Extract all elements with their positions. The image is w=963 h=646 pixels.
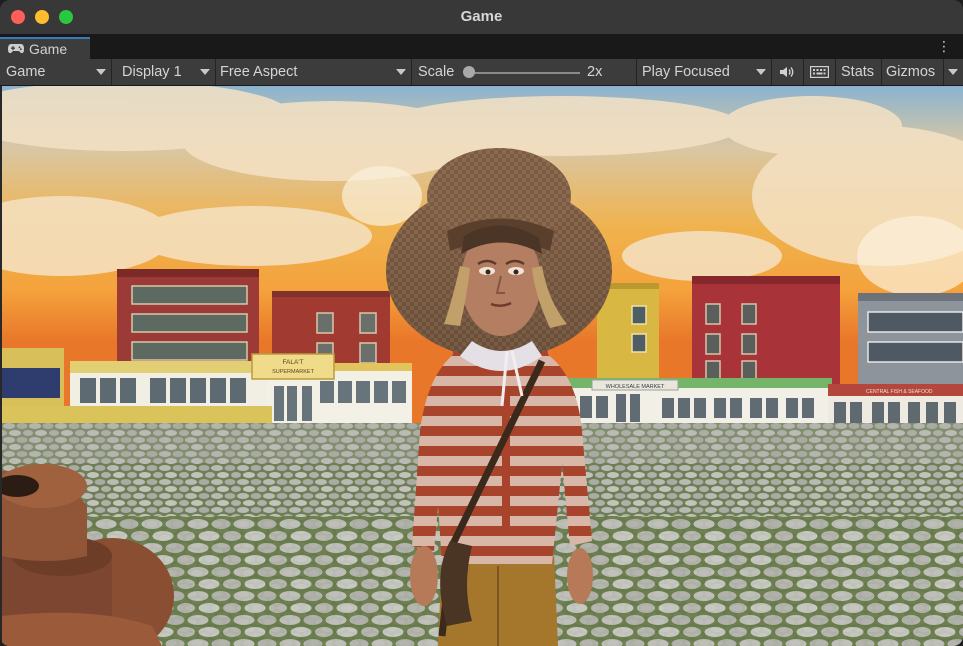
aspect-dropdown-label: Free Aspect — [220, 64, 298, 80]
keyboard-shortcuts-button[interactable] — [804, 59, 836, 85]
more-options-icon[interactable]: ⋮ — [937, 39, 951, 53]
chevron-down-icon — [948, 69, 958, 75]
game-viewport[interactable]: FALA'T SUPERMARKET WHOLESALE MARKET CENT… — [2, 86, 963, 646]
gamepad-icon — [8, 43, 24, 54]
tab-game[interactable]: Game — [0, 37, 90, 59]
scale-label: Scale — [418, 64, 455, 80]
view-dropdown-label: Game — [6, 64, 46, 80]
scale-slider-handle[interactable] — [463, 66, 475, 78]
play-mode-label: Play Focused — [642, 64, 730, 80]
tab-bar: Game ⋮ — [0, 35, 963, 59]
sign-text-2: SUPERMARKET — [272, 369, 315, 375]
game-window: Game Game ⋮ Game Display 1 Free Aspect S… — [0, 0, 963, 646]
sign-text-1: FALA'T — [282, 359, 303, 366]
game-scene: FALA'T SUPERMARKET WHOLESALE MARKET CENT… — [2, 86, 963, 646]
aspect-dropdown[interactable]: Free Aspect — [216, 59, 412, 85]
display-dropdown-label: Display 1 — [122, 64, 182, 80]
supermarket-sign — [251, 353, 335, 380]
chevron-down-icon — [756, 69, 766, 75]
mute-audio-button[interactable] — [772, 59, 804, 85]
stats-label: Stats — [841, 64, 875, 80]
tab-label: Game — [29, 41, 68, 57]
chevron-down-icon — [200, 69, 210, 75]
window-title: Game — [460, 8, 503, 25]
sign-text-4: CENTRAL FISH & SEAFOOD — [866, 389, 933, 395]
gizmos-label: Gizmos — [886, 64, 936, 80]
play-mode-dropdown[interactable]: Play Focused — [637, 59, 772, 85]
gizmos-dropdown[interactable] — [944, 59, 963, 85]
stats-button[interactable]: Stats — [836, 59, 882, 85]
display-dropdown[interactable]: Display 1 — [112, 59, 216, 85]
keyboard-icon — [810, 66, 829, 78]
sign-text-3: WHOLESALE MARKET — [606, 384, 665, 390]
scale-value: 2x — [587, 64, 603, 80]
chevron-down-icon — [396, 69, 406, 75]
title-bar: Game — [0, 0, 963, 35]
gizmos-button[interactable]: Gizmos — [882, 59, 944, 85]
speaker-icon — [780, 67, 794, 77]
chevron-down-icon — [96, 69, 106, 75]
scale-slider-track[interactable] — [470, 72, 580, 74]
view-dropdown[interactable]: Game — [0, 59, 112, 85]
